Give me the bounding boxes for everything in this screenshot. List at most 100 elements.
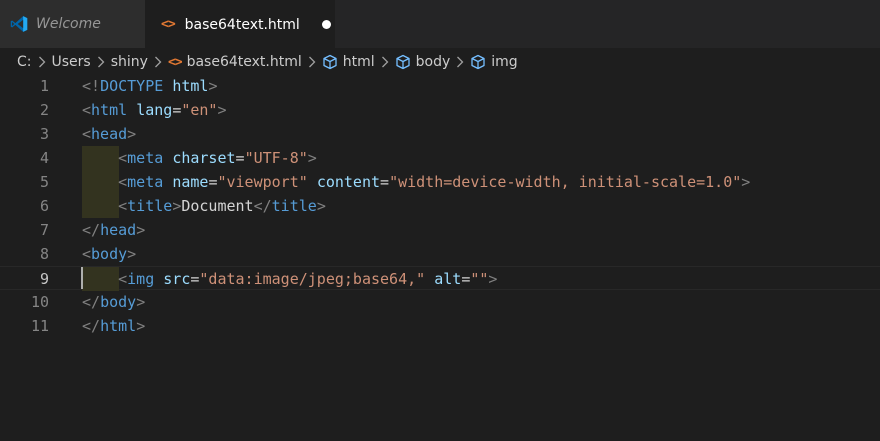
code-token: "UTF-8" (244, 149, 308, 167)
chevron-right-icon (456, 56, 464, 68)
code-token: alt (434, 270, 462, 288)
code-token: > (127, 125, 137, 143)
code-token: charset (172, 149, 236, 167)
code-text: <!DOCTYPE html> (82, 74, 217, 98)
cube-symbol-icon (395, 54, 411, 70)
code-token: > (208, 77, 218, 95)
chevron-right-icon (381, 56, 389, 68)
code-line[interactable]: 4 <meta charset="UTF-8"> (0, 146, 880, 170)
breadcrumb-item-users[interactable]: Users (52, 54, 91, 70)
code-token: meta (127, 173, 164, 191)
chevron-right-icon (154, 56, 162, 68)
vscode-logo-icon (10, 15, 28, 33)
code-token: head (100, 221, 137, 239)
code-token: < (118, 149, 128, 167)
code-token: = (235, 149, 245, 167)
html-file-icon: <> (167, 54, 183, 70)
code-token: > (217, 101, 227, 119)
tab-base64text-html[interactable]: <> base64text.html (145, 0, 335, 48)
code-line[interactable]: 1 <!DOCTYPE html> (0, 74, 880, 98)
code-editor[interactable]: 1 <!DOCTYPE html> 2 <html lang="en"> 3 <head>… (0, 76, 880, 441)
code-token: </ (82, 221, 101, 239)
code-token: head (91, 125, 128, 143)
code-token: > (488, 270, 498, 288)
code-text: <meta charset="UTF-8"> (82, 146, 317, 170)
code-line[interactable]: 8 <body> (0, 242, 880, 266)
breadcrumb-item-shiny[interactable]: shiny (111, 54, 148, 70)
code-line[interactable]: 3 <head> (0, 122, 880, 146)
code-line[interactable]: 7 </head> (0, 218, 880, 242)
line-number: 5 (39, 173, 49, 191)
code-token: </ (82, 293, 101, 311)
code-token: > (316, 197, 326, 215)
line-number: 2 (39, 101, 49, 119)
html-file-icon: <> (161, 17, 176, 32)
line-number: 3 (39, 125, 49, 143)
code-text: </body> (82, 290, 145, 314)
unsaved-dot-icon[interactable] (321, 20, 331, 29)
code-line[interactable]: 2 <html lang="en"> (0, 98, 880, 122)
code-text: <title>Document</title> (82, 194, 326, 218)
code-token: "viewport" (217, 173, 308, 191)
breadcrumb-item-file[interactable]: <> base64text.html (168, 54, 302, 70)
line-number: 6 (39, 197, 49, 215)
breadcrumb-item-img[interactable]: img (470, 54, 518, 70)
chevron-right-icon (38, 56, 46, 68)
breadcrumb-label-shiny: shiny (110, 54, 148, 70)
breadcrumb-item-drive[interactable]: C: (17, 54, 32, 70)
code-text: <meta name="viewport" content="width=dev… (82, 170, 750, 194)
line-number: 9 (39, 270, 49, 288)
code-text: </head> (82, 218, 145, 242)
code-text: <head> (82, 122, 136, 146)
code-text: <html lang="en"> (82, 98, 227, 122)
code-token: meta (127, 149, 164, 167)
code-token: lang (136, 101, 173, 119)
code-token: = (172, 101, 182, 119)
breadcrumb-item-body[interactable]: body (395, 54, 450, 70)
breadcrumb-label-drive: C: (17, 54, 32, 70)
tab-welcome-label: Welcome (36, 16, 101, 32)
text-cursor (81, 267, 83, 289)
code-text: </html> (82, 314, 145, 338)
line-number: 4 (39, 149, 49, 167)
code-token: > (136, 221, 146, 239)
code-text: <body> (82, 242, 136, 266)
code-token: > (307, 149, 317, 167)
code-token: = (380, 173, 390, 191)
code-token: "data:image/jpeg;base64," (199, 270, 426, 288)
line-number: 8 (39, 245, 49, 263)
code-token: > (136, 317, 146, 335)
code-line[interactable]: 9 <img src = "data:image/jpeg;base64," alt… (0, 266, 880, 291)
chevron-right-icon (97, 56, 105, 68)
code-token: < (118, 270, 128, 288)
tab-bar: Welcome <> base64text.html (0, 0, 880, 48)
code-token: > (172, 197, 182, 215)
code-line[interactable]: 11 </html> (0, 314, 880, 338)
code-line[interactable]: 10 </body> (0, 290, 880, 314)
code-token: DOCTYPE (100, 77, 164, 95)
code-token: html (100, 317, 137, 335)
breadcrumb: C: Users shiny <> base64text.html html b… (0, 48, 880, 76)
code-line[interactable]: 6 <title>Document</title> (0, 194, 880, 218)
breadcrumb-label-html: html (342, 54, 375, 70)
tab-welcome[interactable]: Welcome (0, 0, 145, 48)
code-token: title (127, 197, 173, 215)
code-token: = (461, 270, 471, 288)
code-token: < (82, 125, 92, 143)
breadcrumb-item-html[interactable]: html (322, 54, 375, 70)
code-line[interactable]: 5 <meta name="viewport" content="width=d… (0, 170, 880, 194)
code-text: <img src="data:image/jpeg;base64," alt="… (82, 267, 497, 291)
line-number: 7 (39, 221, 49, 239)
code-token: > (741, 173, 751, 191)
code-token: <! (82, 77, 101, 95)
code-token: < (82, 245, 92, 263)
code-token: < (118, 197, 128, 215)
cube-symbol-icon (470, 54, 486, 70)
code-token: img (127, 270, 155, 288)
